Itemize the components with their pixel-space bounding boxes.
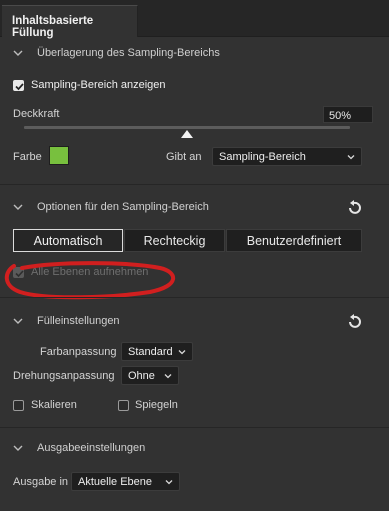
opacity-slider-thumb[interactable] — [181, 130, 193, 138]
section-header-sampling-options[interactable]: Optionen für den Sampling-Bereich — [0, 199, 389, 219]
section-title-fill-settings: Fülleinstellungen — [37, 315, 120, 327]
scale-label: Skalieren — [31, 399, 77, 411]
indicates-label: Gibt an — [166, 151, 202, 163]
color-label: Farbe — [13, 151, 42, 163]
section-header-fill-settings[interactable]: Fülleinstellungen — [0, 313, 389, 333]
section-header-overlay[interactable]: Überlagerung des Sampling-Bereichs — [0, 45, 389, 65]
red-annotation-circle — [4, 261, 175, 300]
section-divider — [0, 427, 389, 428]
dropdown-caret-icon — [164, 374, 172, 379]
section-header-output-settings[interactable]: Ausgabeeinstellungen — [0, 440, 389, 460]
output-dropdown[interactable]: Aktuelle Ebene — [71, 472, 180, 491]
section-title-overlay: Überlagerung des Sampling-Bereichs — [37, 47, 220, 59]
output-label: Ausgabe in — [13, 476, 69, 488]
mirror-checkbox[interactable] — [118, 400, 129, 411]
rotation-adapt-label: Drehungsanpassung — [13, 370, 115, 382]
output-dropdown-value: Aktuelle Ebene — [78, 476, 152, 488]
show-sampling-checkbox[interactable] — [13, 80, 24, 91]
dropdown-caret-icon — [178, 350, 186, 355]
show-sampling-label: Sampling-Bereich anzeigen — [31, 79, 166, 91]
opacity-slider-track[interactable] — [24, 126, 350, 129]
mirror-label: Spiegeln — [135, 399, 178, 411]
color-swatch[interactable] — [49, 146, 69, 165]
reset-icon[interactable] — [345, 313, 363, 331]
section-title-output-settings: Ausgabeeinstellungen — [37, 442, 146, 454]
dropdown-caret-icon — [165, 480, 173, 485]
section-title-sampling-options: Optionen für den Sampling-Bereich — [37, 201, 209, 213]
section-divider — [0, 184, 389, 185]
section-divider — [0, 297, 389, 298]
chevron-down-icon[interactable] — [12, 442, 24, 454]
reset-icon[interactable] — [345, 199, 363, 217]
opacity-input[interactable]: 50% — [323, 106, 373, 123]
color-adapt-dropdown-value: Standard — [128, 346, 173, 358]
content-aware-fill-panel: Inhaltsbasierte Füllung Überlagerung des… — [0, 0, 389, 511]
scale-checkbox[interactable] — [13, 400, 24, 411]
chevron-down-icon[interactable] — [12, 315, 24, 327]
tab-content-aware-fill[interactable]: Inhaltsbasierte Füllung — [2, 5, 138, 39]
opacity-label: Deckkraft — [13, 108, 60, 120]
color-adapt-dropdown[interactable]: Standard — [121, 342, 193, 361]
rotation-adapt-dropdown[interactable]: Ohne — [121, 366, 179, 385]
rotation-adapt-dropdown-value: Ohne — [128, 370, 155, 382]
chevron-down-icon[interactable] — [12, 201, 24, 213]
panel-tab-bar: Inhaltsbasierte Füllung — [0, 0, 389, 39]
mode-custom-button[interactable]: Benutzerdefiniert — [226, 229, 362, 252]
indicates-dropdown-value: Sampling-Bereich — [219, 151, 306, 163]
indicates-dropdown[interactable]: Sampling-Bereich — [212, 147, 362, 166]
chevron-down-icon[interactable] — [12, 47, 24, 59]
checkmark-icon — [15, 83, 24, 91]
dropdown-caret-icon — [347, 155, 355, 160]
color-adapt-label: Farbanpassung — [40, 346, 117, 358]
